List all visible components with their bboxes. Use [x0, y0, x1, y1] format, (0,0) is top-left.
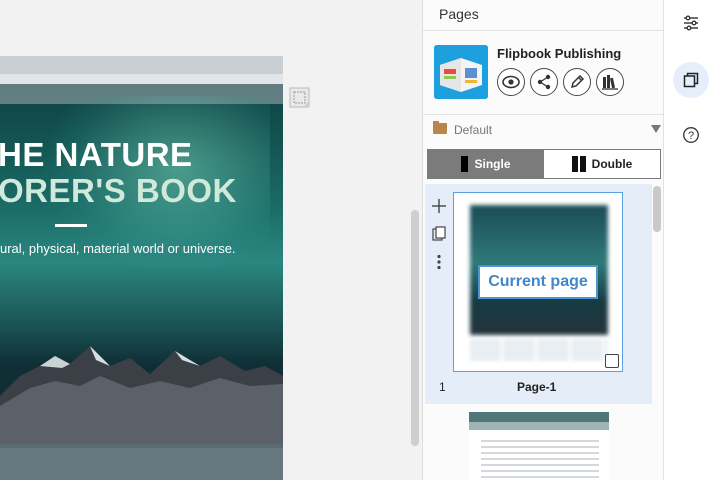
current-page-badge: Current page [478, 265, 598, 299]
plus-icon [432, 199, 446, 213]
thumbnail-band [469, 412, 609, 422]
pages-panel: Pages Flipbook Publishing Default Single… [422, 0, 664, 480]
thumbnail-band-light [469, 422, 609, 430]
mountain-landscape [0, 346, 283, 480]
cover-header-band [0, 56, 283, 74]
view-mode-toggle: Single Double [427, 149, 661, 179]
cover-header-band-light [0, 74, 283, 84]
cover-page[interactable]: HE NATURE ORER'S BOOK ural, physical, ma… [0, 56, 283, 480]
page-list-item[interactable]: Current page 1 Page-1 [425, 184, 652, 404]
group-dropdown[interactable]: Default [431, 120, 661, 140]
double-page-icon [571, 156, 586, 172]
bookshelf-button[interactable] [596, 68, 624, 96]
folder-icon [433, 123, 447, 134]
page-number: 1 [439, 380, 446, 394]
settings-button[interactable] [673, 5, 709, 41]
page-thumbnail[interactable]: Current page [453, 192, 623, 372]
group-label: Default [454, 123, 493, 137]
duplicate-page-button[interactable] [431, 226, 447, 242]
help-button[interactable]: ? [673, 117, 709, 153]
page-select-checkbox[interactable] [605, 354, 619, 368]
divider [423, 114, 664, 115]
divider [423, 30, 664, 31]
app-root: HE NATURE ORER'S BOOK ural, physical, ma… [0, 0, 717, 480]
edit-button[interactable] [563, 68, 591, 96]
sliders-icon [684, 15, 698, 31]
page-more-button[interactable] [431, 254, 447, 270]
pages-scrollbar[interactable] [653, 186, 661, 232]
page-corner-icon[interactable] [289, 87, 311, 109]
book-canvas: HE NATURE ORER'S BOOK ural, physical, ma… [0, 0, 422, 480]
panel-title: Pages [439, 6, 479, 22]
share-icon [537, 74, 551, 90]
right-toolbar: ? [664, 0, 717, 480]
cover-title-line2: ORER'S BOOK [0, 172, 237, 209]
share-button[interactable] [530, 68, 558, 96]
single-page-icon [461, 156, 469, 172]
library-icon [602, 75, 618, 90]
copy-icon [432, 226, 446, 241]
preview-button[interactable] [497, 68, 525, 96]
cover-subtitle: ural, physical, material world or univer… [0, 241, 236, 256]
page-name: Page-1 [517, 380, 557, 394]
next-page-thumbnail[interactable] [469, 412, 609, 480]
cover-title-divider [55, 224, 87, 227]
pages-button[interactable] [673, 62, 709, 98]
book-icon [434, 45, 488, 99]
single-view-button[interactable]: Single [428, 150, 544, 178]
publication-thumbnail[interactable] [434, 45, 488, 99]
eye-icon [502, 75, 520, 89]
pages-icon [683, 72, 699, 88]
help-icon: ? [683, 127, 699, 143]
svg-text:?: ? [688, 130, 694, 142]
more-vertical-icon [437, 254, 441, 270]
thumbnail-preview-footer [470, 339, 608, 361]
double-view-label: Double [591, 157, 633, 171]
publication-name: Flipbook Publishing [497, 46, 622, 61]
thumbnail-text-lines [481, 440, 599, 480]
add-page-button[interactable] [431, 198, 447, 214]
canvas-scrollbar[interactable] [411, 210, 419, 446]
chevron-down-icon [651, 125, 661, 133]
double-view-button[interactable]: Double [544, 150, 660, 178]
single-view-label: Single [474, 157, 511, 171]
cover-title-line1: HE NATURE [0, 136, 193, 173]
pencil-icon [570, 74, 585, 89]
